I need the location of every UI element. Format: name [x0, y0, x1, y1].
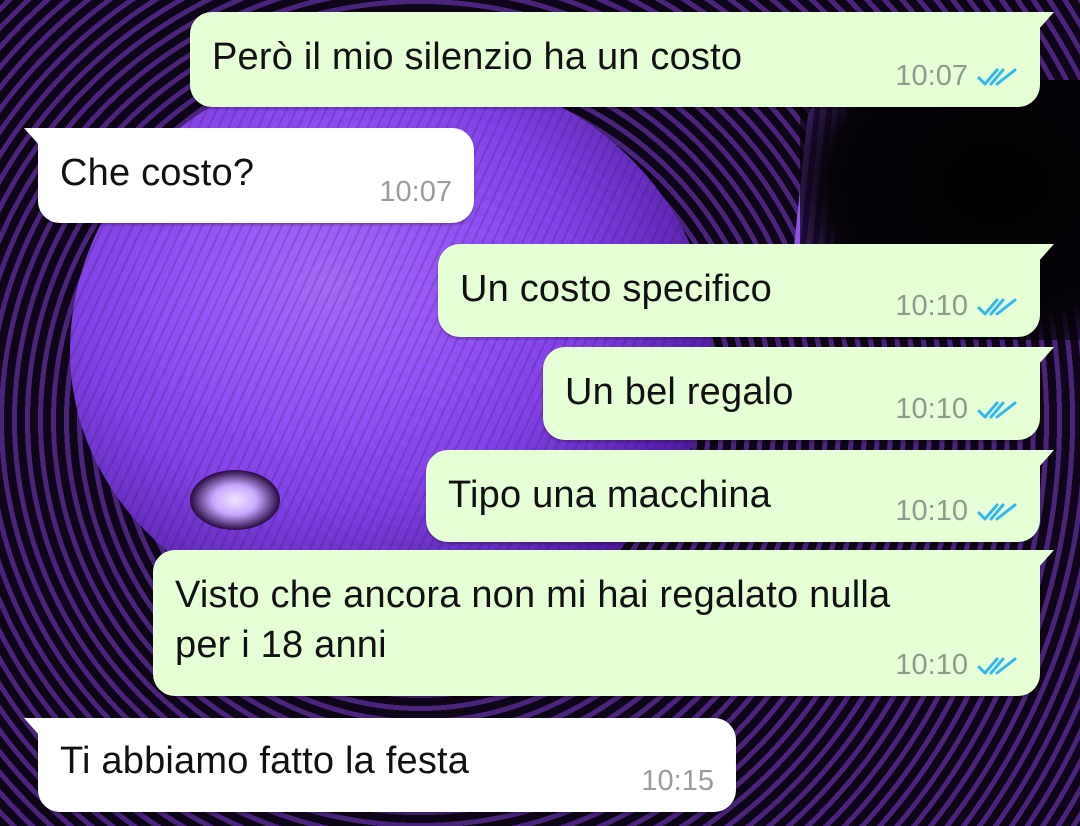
message-text: Un bel regalo [565, 371, 794, 413]
incoming-message[interactable]: Ti abbiamo fatto la festa 10:15 [24, 718, 736, 812]
message-time: 10:07 [379, 176, 452, 208]
double-check-icon [977, 657, 1017, 674]
outgoing-message[interactable]: Visto che ancora non mi hai regalato nul… [153, 550, 1054, 696]
double-check-icon [977, 298, 1017, 315]
message-text: Che costo? [60, 152, 255, 194]
message-time: 10:10 [895, 290, 968, 322]
message-time: 10:10 [895, 649, 968, 681]
message-text: Ti abbiamo fatto la festa [60, 740, 470, 782]
message-meta: 10:07 [379, 176, 452, 209]
message-time: 10:10 [895, 495, 968, 527]
message-text: Un costo specifico [460, 268, 772, 310]
message-meta: 10:10 [895, 290, 1018, 323]
message-meta: 10:07 [895, 60, 1018, 93]
outgoing-message[interactable]: Un costo specifico 10:10 [438, 244, 1054, 337]
message-text: Visto che ancora non mi hai regalato nul… [175, 574, 891, 666]
message-meta: 10:10 [895, 495, 1018, 528]
message-meta: 10:10 [895, 393, 1018, 426]
message-text: Tipo una macchina [448, 474, 772, 516]
outgoing-message[interactable]: Un bel regalo 10:10 [543, 347, 1054, 440]
message-time: 10:10 [895, 393, 968, 425]
message-time: 10:07 [895, 60, 968, 92]
double-check-icon [977, 68, 1017, 85]
incoming-message[interactable]: Che costo? 10:07 [24, 128, 474, 223]
chat-thread[interactable]: Però il mio silenzio ha un costo 10:07 C… [0, 0, 1080, 826]
outgoing-message[interactable]: Però il mio silenzio ha un costo 10:07 [190, 12, 1054, 107]
message-meta: 10:10 [895, 649, 1018, 682]
message-meta: 10:15 [641, 765, 714, 798]
message-text: Però il mio silenzio ha un costo [212, 36, 743, 78]
message-time: 10:15 [641, 765, 714, 797]
outgoing-message[interactable]: Tipo una macchina 10:10 [426, 450, 1054, 542]
double-check-icon [977, 401, 1017, 418]
double-check-icon [977, 503, 1017, 520]
